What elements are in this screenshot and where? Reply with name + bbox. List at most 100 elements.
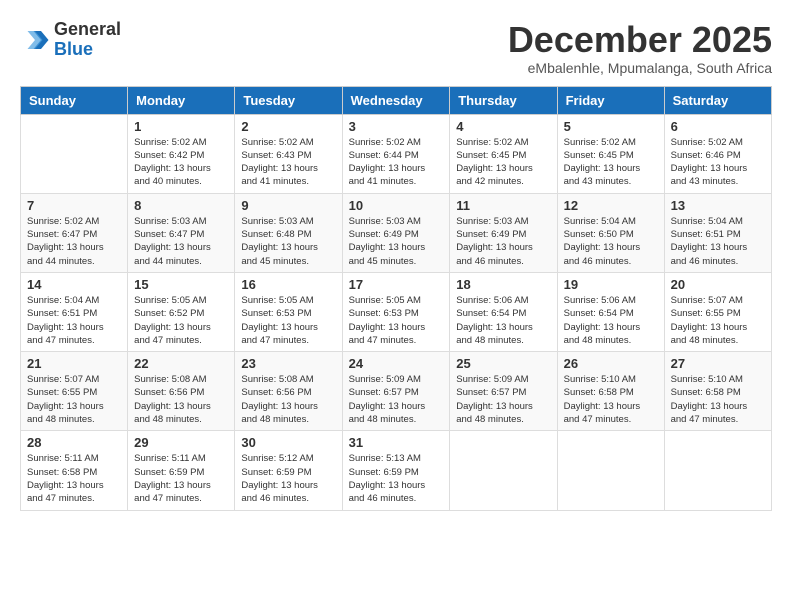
logo-icon: [20, 25, 50, 55]
day-number: 7: [27, 198, 121, 213]
day-number: 28: [27, 435, 121, 450]
calendar-cell: 10 Sunrise: 5:03 AMSunset: 6:49 PMDayligh…: [342, 193, 450, 272]
day-detail: Sunrise: 5:05 AMSunset: 6:53 PMDaylight:…: [349, 294, 444, 347]
day-number: 12: [564, 198, 658, 213]
calendar-cell: 23Sunrise: 5:08 AMSunset: 6:56 PMDayligh…: [235, 352, 342, 431]
day-number: 27: [671, 356, 765, 371]
day-detail: Sunrise: 5:05 AMSunset: 6:53 PMDaylight:…: [241, 294, 335, 347]
calendar-cell: 7 Sunrise: 5:02 AMSunset: 6:47 PMDaylight…: [21, 193, 128, 272]
calendar-cell: 19 Sunrise: 5:06 AMSunset: 6:54 PMDayligh…: [557, 272, 664, 351]
day-number: 18: [456, 277, 550, 292]
day-detail: Sunrise: 5:03 AMSunset: 6:49 PMDaylight:…: [456, 215, 550, 268]
day-detail: Sunrise: 5:02 AMSunset: 6:42 PMDaylight:…: [134, 136, 228, 189]
day-number: 26: [564, 356, 658, 371]
day-detail: Sunrise: 5:03 AMSunset: 6:48 PMDaylight:…: [241, 215, 335, 268]
day-number: 17: [349, 277, 444, 292]
day-detail: Sunrise: 5:02 AMSunset: 6:47 PMDaylight:…: [27, 215, 121, 268]
day-number: 4: [456, 119, 550, 134]
day-of-week-header: Wednesday: [342, 86, 450, 114]
calendar-week-row: 7 Sunrise: 5:02 AMSunset: 6:47 PMDaylight…: [21, 193, 772, 272]
day-number: 24: [349, 356, 444, 371]
calendar-cell: 14 Sunrise: 5:04 AMSunset: 6:51 PMDayligh…: [21, 272, 128, 351]
day-number: 31: [349, 435, 444, 450]
calendar-cell: 5Sunrise: 5:02 AMSunset: 6:45 PMDaylight…: [557, 114, 664, 193]
calendar-cell: 1 Sunrise: 5:02 AMSunset: 6:42 PMDaylight…: [128, 114, 235, 193]
day-of-week-header: Sunday: [21, 86, 128, 114]
day-detail: Sunrise: 5:04 AMSunset: 6:50 PMDaylight:…: [564, 215, 658, 268]
calendar-cell: 22 Sunrise: 5:08 AMSunset: 6:56 PMDayligh…: [128, 352, 235, 431]
calendar-header-row: SundayMondayTuesdayWednesdayThursdayFrid…: [21, 86, 772, 114]
day-number: 1: [134, 119, 228, 134]
day-number: 5: [564, 119, 658, 134]
calendar-table: SundayMondayTuesdayWednesdayThursdayFrid…: [20, 86, 772, 511]
calendar-cell: 8 Sunrise: 5:03 AMSunset: 6:47 PMDaylight…: [128, 193, 235, 272]
day-detail: Sunrise: 5:07 AMSunset: 6:55 PMDaylight:…: [27, 373, 121, 426]
day-number: 19: [564, 277, 658, 292]
day-number: 13: [671, 198, 765, 213]
day-detail: Sunrise: 5:02 AMSunset: 6:44 PMDaylight:…: [349, 136, 444, 189]
calendar-week-row: 21Sunrise: 5:07 AMSunset: 6:55 PMDayligh…: [21, 352, 772, 431]
day-detail: Sunrise: 5:13 AMSunset: 6:59 PMDaylight:…: [349, 452, 444, 505]
logo-general: General: [54, 20, 121, 40]
calendar-cell: 15Sunrise: 5:05 AMSunset: 6:52 PMDayligh…: [128, 272, 235, 351]
day-of-week-header: Tuesday: [235, 86, 342, 114]
calendar-cell: 4 Sunrise: 5:02 AMSunset: 6:45 PMDaylight…: [450, 114, 557, 193]
calendar-cell: 11 Sunrise: 5:03 AMSunset: 6:49 PMDayligh…: [450, 193, 557, 272]
calendar-cell: 16Sunrise: 5:05 AMSunset: 6:53 PMDayligh…: [235, 272, 342, 351]
day-detail: Sunrise: 5:09 AMSunset: 6:57 PMDaylight:…: [456, 373, 550, 426]
day-detail: Sunrise: 5:03 AMSunset: 6:47 PMDaylight:…: [134, 215, 228, 268]
calendar-cell: 28 Sunrise: 5:11 AMSunset: 6:58 PMDayligh…: [21, 431, 128, 510]
day-number: 30: [241, 435, 335, 450]
calendar-cell: 17 Sunrise: 5:05 AMSunset: 6:53 PMDayligh…: [342, 272, 450, 351]
calendar-cell: 9Sunrise: 5:03 AMSunset: 6:48 PMDaylight…: [235, 193, 342, 272]
day-number: 20: [671, 277, 765, 292]
calendar-cell: [664, 431, 771, 510]
calendar-cell: 27Sunrise: 5:10 AMSunset: 6:58 PMDayligh…: [664, 352, 771, 431]
day-detail: Sunrise: 5:02 AMSunset: 6:45 PMDaylight:…: [456, 136, 550, 189]
day-detail: Sunrise: 5:04 AMSunset: 6:51 PMDaylight:…: [27, 294, 121, 347]
location-title: eMbalenhle, Mpumalanga, South Africa: [508, 60, 772, 76]
day-detail: Sunrise: 5:11 AMSunset: 6:58 PMDaylight:…: [27, 452, 121, 505]
day-detail: Sunrise: 5:06 AMSunset: 6:54 PMDaylight:…: [456, 294, 550, 347]
title-area: December 2025 eMbalenhle, Mpumalanga, So…: [508, 20, 772, 76]
calendar-cell: 3 Sunrise: 5:02 AMSunset: 6:44 PMDaylight…: [342, 114, 450, 193]
logo-text: General Blue: [54, 20, 121, 60]
logo: General Blue: [20, 20, 121, 60]
day-detail: Sunrise: 5:04 AMSunset: 6:51 PMDaylight:…: [671, 215, 765, 268]
day-detail: Sunrise: 5:02 AMSunset: 6:43 PMDaylight:…: [241, 136, 335, 189]
calendar-body: 1 Sunrise: 5:02 AMSunset: 6:42 PMDaylight…: [21, 114, 772, 510]
day-number: 14: [27, 277, 121, 292]
calendar-week-row: 28 Sunrise: 5:11 AMSunset: 6:58 PMDayligh…: [21, 431, 772, 510]
day-of-week-header: Saturday: [664, 86, 771, 114]
calendar-cell: 29Sunrise: 5:11 AMSunset: 6:59 PMDayligh…: [128, 431, 235, 510]
day-of-week-header: Thursday: [450, 86, 557, 114]
calendar-cell: 12 Sunrise: 5:04 AMSunset: 6:50 PMDayligh…: [557, 193, 664, 272]
calendar-week-row: 1 Sunrise: 5:02 AMSunset: 6:42 PMDaylight…: [21, 114, 772, 193]
day-detail: Sunrise: 5:09 AMSunset: 6:57 PMDaylight:…: [349, 373, 444, 426]
day-number: 3: [349, 119, 444, 134]
day-number: 25: [456, 356, 550, 371]
calendar-cell: [21, 114, 128, 193]
calendar-cell: 2 Sunrise: 5:02 AMSunset: 6:43 PMDaylight…: [235, 114, 342, 193]
day-number: 8: [134, 198, 228, 213]
calendar-cell: 20Sunrise: 5:07 AMSunset: 6:55 PMDayligh…: [664, 272, 771, 351]
day-number: 6: [671, 119, 765, 134]
day-number: 23: [241, 356, 335, 371]
day-number: 22: [134, 356, 228, 371]
day-number: 2: [241, 119, 335, 134]
day-detail: Sunrise: 5:02 AMSunset: 6:46 PMDaylight:…: [671, 136, 765, 189]
day-detail: Sunrise: 5:06 AMSunset: 6:54 PMDaylight:…: [564, 294, 658, 347]
day-of-week-header: Monday: [128, 86, 235, 114]
calendar-cell: 26Sunrise: 5:10 AMSunset: 6:58 PMDayligh…: [557, 352, 664, 431]
calendar-cell: 30 Sunrise: 5:12 AMSunset: 6:59 PMDayligh…: [235, 431, 342, 510]
day-detail: Sunrise: 5:03 AMSunset: 6:49 PMDaylight:…: [349, 215, 444, 268]
day-number: 10: [349, 198, 444, 213]
calendar-cell: 18 Sunrise: 5:06 AMSunset: 6:54 PMDayligh…: [450, 272, 557, 351]
day-number: 11: [456, 198, 550, 213]
day-detail: Sunrise: 5:12 AMSunset: 6:59 PMDaylight:…: [241, 452, 335, 505]
day-detail: Sunrise: 5:08 AMSunset: 6:56 PMDaylight:…: [134, 373, 228, 426]
calendar-cell: 6 Sunrise: 5:02 AMSunset: 6:46 PMDaylight…: [664, 114, 771, 193]
day-number: 15: [134, 277, 228, 292]
calendar-cell: 31 Sunrise: 5:13 AMSunset: 6:59 PMDayligh…: [342, 431, 450, 510]
calendar-cell: 24 Sunrise: 5:09 AMSunset: 6:57 PMDayligh…: [342, 352, 450, 431]
